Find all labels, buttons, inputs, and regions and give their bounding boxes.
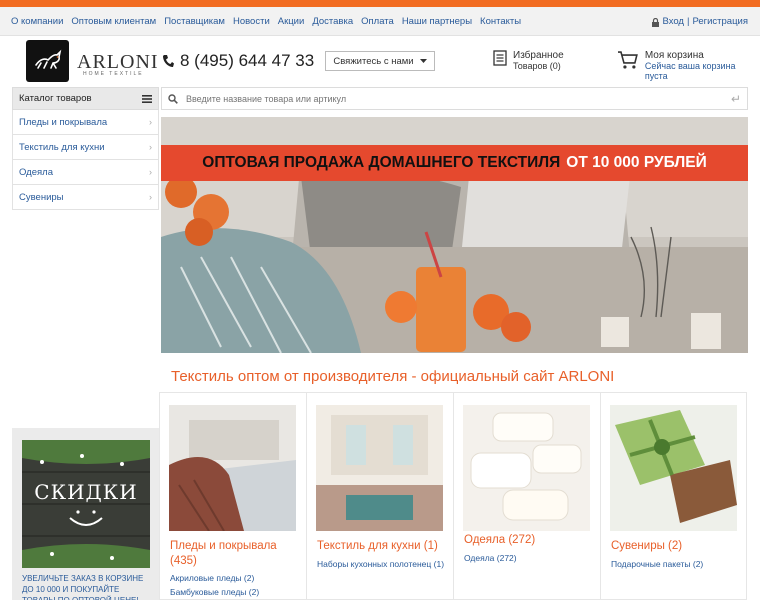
top-navigation: О компании Оптовым клиентам Поставщикам … bbox=[0, 7, 760, 36]
catalog-header[interactable]: Каталог товаров bbox=[12, 87, 159, 110]
nav-link-contacts[interactable]: Контакты bbox=[480, 16, 521, 27]
phone-icon bbox=[163, 55, 174, 67]
category-cards: Пледы и покрывала (435) Акриловые пледы … bbox=[159, 392, 747, 600]
nav-link-wholesale[interactable]: Оптовым клиентам bbox=[71, 16, 156, 27]
favorites-count: Товаров (0) bbox=[513, 61, 561, 71]
category-image bbox=[169, 405, 296, 531]
cart-icon bbox=[617, 51, 638, 69]
phone-number[interactable]: 8 (495) 644 47 33 bbox=[162, 51, 314, 71]
catalog-item-souvenirs[interactable]: Сувениры › bbox=[12, 185, 159, 210]
nav-link-delivery[interactable]: Доставка bbox=[312, 16, 353, 27]
subcategory-link[interactable]: Наборы кухонных полотенец (1) bbox=[317, 559, 444, 569]
category-card-souvenirs[interactable]: Сувениры (2) Подарочные пакеты (2) bbox=[600, 392, 747, 600]
catalog-item-duvets[interactable]: Одеяла › bbox=[12, 160, 159, 185]
search-bar: ↵ bbox=[161, 87, 748, 110]
search-input[interactable] bbox=[186, 93, 706, 104]
banner-headline: ОПТОВАЯ ПРОДАЖА ДОМАШНЕГО ТЕКСТИЛЯ ОТ 10… bbox=[161, 145, 748, 181]
page-title: Текстиль оптом от производителя - официа… bbox=[171, 368, 615, 385]
catalog-item-label: Одеяла bbox=[19, 166, 53, 178]
catalog-item-label: Пледы и покрывала bbox=[19, 116, 108, 128]
brand-tagline: HOME TEXTILE bbox=[83, 71, 144, 77]
register-link[interactable]: Регистрация bbox=[692, 16, 748, 27]
enter-icon[interactable]: ↵ bbox=[731, 92, 741, 106]
promo-image: СКИДКИ bbox=[22, 440, 150, 568]
subcategory-link[interactable]: Подарочные пакеты (2) bbox=[611, 559, 703, 569]
cat-logo-icon bbox=[34, 49, 61, 69]
category-image bbox=[463, 405, 590, 531]
favorites-list-icon bbox=[493, 50, 507, 66]
favorites-title: Избранное bbox=[513, 50, 564, 61]
chevron-right-icon: › bbox=[149, 167, 152, 177]
cart-title: Моя корзина bbox=[644, 50, 704, 61]
nav-link-news[interactable]: Новости bbox=[233, 16, 270, 27]
nav-link-promotions[interactable]: Акции bbox=[278, 16, 305, 27]
category-image bbox=[610, 405, 737, 531]
category-card-duvets[interactable]: Одеяла (272) Одеяла (272) bbox=[453, 392, 600, 600]
catalog-menu: Пледы и покрывала › Текстиль для кухни › О… bbox=[12, 110, 159, 210]
cart-widget[interactable]: Моя корзина Сейчас ваша корзина пуста bbox=[617, 50, 760, 81]
category-card-blankets[interactable]: Пледы и покрывала (435) Акриловые пледы … bbox=[159, 392, 306, 600]
chevron-right-icon: › bbox=[149, 117, 152, 127]
nav-link-payment[interactable]: Оплата bbox=[361, 16, 394, 27]
catalog-item-label: Сувениры bbox=[19, 191, 64, 203]
search-icon[interactable] bbox=[168, 93, 178, 104]
contact-us-label: Свяжитесь с нами bbox=[333, 55, 414, 67]
top-accent-stripe bbox=[0, 0, 760, 7]
catalog-title: Каталог товаров bbox=[19, 93, 92, 104]
catalog-item-kitchen-textile[interactable]: Текстиль для кухни › bbox=[12, 135, 159, 160]
lock-icon bbox=[652, 17, 660, 27]
nav-link-suppliers[interactable]: Поставщикам bbox=[164, 16, 225, 27]
subcategory-link[interactable]: Бамбуковые пледы (2) bbox=[170, 587, 259, 597]
menu-icon bbox=[142, 94, 152, 103]
cart-status[interactable]: Сейчас ваша корзина пуста bbox=[645, 61, 760, 81]
auth-separator: | bbox=[686, 16, 690, 27]
banner-text-main: ОПТОВАЯ ПРОДАЖА ДОМАШНЕГО ТЕКСТИЛЯ bbox=[202, 154, 561, 171]
category-title[interactable]: Одеяла (272) bbox=[464, 533, 594, 548]
category-card-kitchen[interactable]: Текстиль для кухни (1) Наборы кухонных п… bbox=[306, 392, 453, 600]
nav-link-about[interactable]: О компании bbox=[11, 16, 63, 27]
phone-text: 8 (495) 644 47 33 bbox=[180, 51, 315, 70]
category-title[interactable]: Сувениры (2) bbox=[611, 539, 741, 554]
category-title[interactable]: Пледы и покрывала (435) bbox=[170, 539, 300, 569]
auth-links: Вход | Регистрация bbox=[652, 16, 748, 27]
promo-image-text: СКИДКИ bbox=[34, 480, 138, 504]
nav-link-partners[interactable]: Наши партнеры bbox=[402, 16, 472, 27]
hero-banner[interactable]: ОПТОВАЯ ПРОДАЖА ДОМАШНЕГО ТЕКСТИЛЯ ОТ 10… bbox=[161, 117, 748, 353]
catalog-item-label: Текстиль для кухни bbox=[19, 141, 105, 153]
caret-down-icon bbox=[419, 59, 427, 63]
subcategory-link[interactable]: Одеяла (272) bbox=[464, 553, 517, 563]
promo-text: УВЕЛИЧЬТЕ ЗАКАЗ В КОРЗИНЕ ДО 10 000 И ПО… bbox=[22, 574, 144, 600]
contact-us-button[interactable]: Свяжитесь с нами bbox=[325, 51, 435, 71]
logo-emblem[interactable] bbox=[26, 40, 69, 82]
chevron-right-icon: › bbox=[149, 192, 152, 202]
subcategory-link[interactable]: Акриловые пледы (2) bbox=[170, 573, 254, 583]
favorites-widget[interactable]: Избранное Товаров (0) bbox=[493, 50, 564, 71]
category-image bbox=[316, 405, 443, 531]
login-link[interactable]: Вход bbox=[662, 16, 684, 27]
brand-logo[interactable]: ARLONI HOME TEXTILE bbox=[77, 51, 159, 77]
chevron-right-icon: › bbox=[149, 142, 152, 152]
banner-text-accent: ОТ 10 000 РУБЛЕЙ bbox=[566, 154, 707, 171]
discount-promo[interactable]: СКИДКИ УВЕЛИЧЬТЕ ЗАКАЗ В КОРЗИНЕ ДО 10 0… bbox=[12, 428, 159, 600]
category-title[interactable]: Текстиль для кухни (1) bbox=[317, 539, 447, 554]
catalog-item-blankets-bedspreads[interactable]: Пледы и покрывала › bbox=[12, 110, 159, 135]
